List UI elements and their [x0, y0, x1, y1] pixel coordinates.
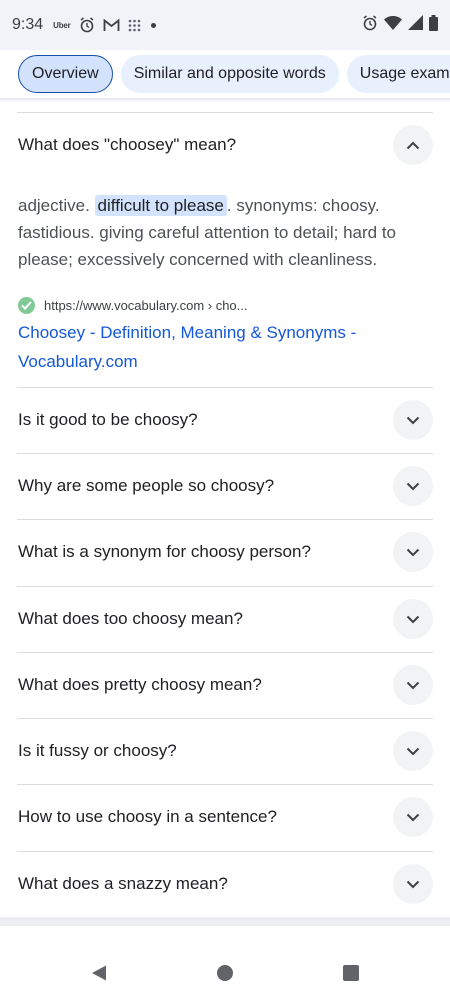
signal-icon — [408, 15, 423, 35]
notification-dot-icon — [150, 22, 156, 28]
answer-text: adjective. difficult to please. synonyms… — [18, 195, 397, 269]
home-icon[interactable] — [210, 958, 240, 988]
faq-question: What is a synonym for choosy person? — [18, 542, 311, 561]
wifi-icon — [384, 15, 402, 35]
chip-overview[interactable]: Overview — [18, 55, 113, 93]
faq-question: What does "choosey" mean? — [18, 135, 237, 154]
chip-row: Overview Similar and opposite words Usag… — [0, 50, 450, 98]
status-bar: 9:34 Uber — [0, 0, 450, 50]
faq-question: What does a snazzy mean? — [18, 874, 228, 893]
faq-question: What does too choosy mean? — [18, 609, 243, 628]
section-separator — [0, 917, 450, 926]
chevron-down-icon[interactable] — [393, 665, 433, 705]
faq-item[interactable]: What is a synonym for choosy person? — [18, 520, 433, 584]
system-nav-bar — [0, 946, 450, 1000]
chevron-down-icon[interactable] — [393, 466, 433, 506]
source-row: https://www.vocabulary.com › cho... — [18, 294, 430, 316]
faq-question: Is it fussy or choosy? — [18, 741, 177, 760]
apps-grid-icon — [128, 19, 141, 32]
faq-question: Is it good to be choosy? — [18, 410, 198, 429]
faq-item[interactable]: What does pretty choosy mean? — [18, 653, 433, 717]
status-right-icons — [362, 14, 438, 36]
recents-icon[interactable] — [336, 958, 366, 988]
source-title-link[interactable]: Choosey - Definition, Meaning & Synonyms… — [18, 318, 430, 376]
chevron-up-icon[interactable] — [393, 125, 433, 165]
faq-question: Why are some people so choosy? — [18, 476, 275, 495]
back-icon[interactable] — [84, 958, 114, 988]
faq-question: How to use choosy in a sentence? — [18, 807, 277, 826]
uber-icon: Uber — [53, 20, 71, 30]
faq-item[interactable]: What does a snazzy mean? — [18, 852, 433, 916]
gmail-icon — [103, 18, 120, 32]
battery-icon — [429, 14, 438, 36]
chip-row-shadow — [0, 98, 450, 102]
status-time: 9:34 — [12, 16, 44, 33]
faq-item[interactable]: Why are some people so choosy? — [18, 454, 433, 518]
chevron-down-icon[interactable] — [393, 532, 433, 572]
verified-check-icon — [18, 296, 35, 314]
faq-item[interactable]: What does too choosy mean? — [18, 587, 433, 651]
screen: 9:34 Uber Overview Similar and opposite … — [0, 0, 450, 1000]
answer-highlight: difficult to please — [94, 195, 227, 216]
faq-item[interactable]: How to use choosy in a sentence? — [18, 785, 433, 849]
chevron-down-icon[interactable] — [393, 400, 433, 440]
alarm-icon — [362, 14, 378, 36]
chevron-down-icon[interactable] — [393, 599, 433, 639]
faq-item-expanded[interactable]: What does "choosey" mean? — [18, 113, 433, 177]
chip-usage-examples[interactable]: Usage examples — [346, 55, 450, 93]
chevron-down-icon[interactable] — [393, 864, 433, 904]
alarm-icon — [79, 17, 95, 33]
faq-item[interactable]: Is it fussy or choosy? — [18, 719, 433, 783]
faq-item[interactable]: Is it good to be choosy? — [18, 388, 433, 452]
chevron-down-icon[interactable] — [393, 731, 433, 771]
chevron-down-icon[interactable] — [393, 797, 433, 837]
chip-similar-opposite[interactable]: Similar and opposite words — [120, 55, 339, 93]
faq-question: What does pretty choosy mean? — [18, 675, 262, 694]
source-url: https://www.vocabulary.com › cho... — [44, 297, 248, 313]
